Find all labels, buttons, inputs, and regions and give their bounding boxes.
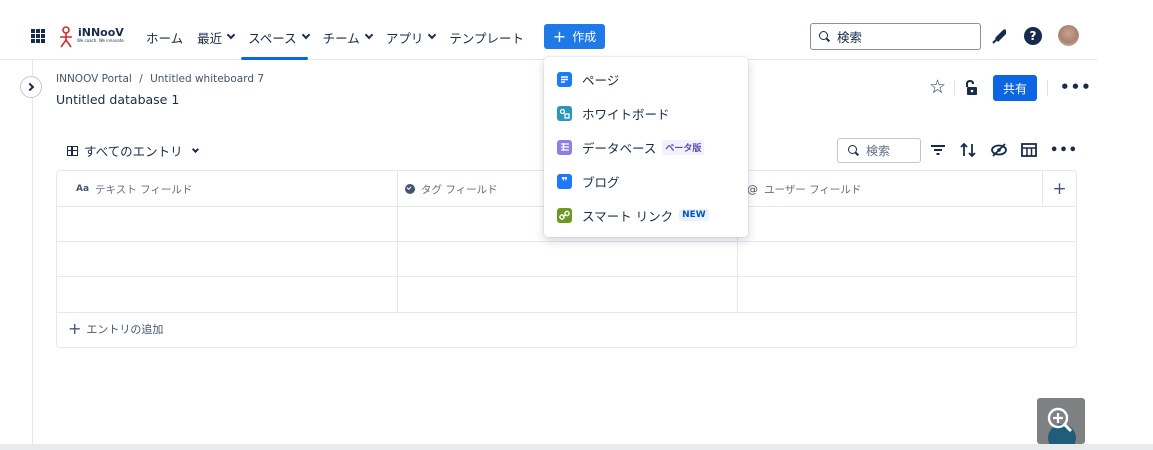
plus-icon: +	[552, 26, 567, 46]
search-icon	[848, 145, 859, 156]
unlock-icon[interactable]	[963, 80, 979, 96]
create-menu: ページ ホワイトボード データベース ベータ版 ❞ ブログ スマート リンク N…	[544, 57, 748, 237]
new-badge: NEW	[679, 209, 709, 221]
zoom-in-icon	[1047, 407, 1076, 444]
header-divider	[954, 80, 955, 96]
table-view-icon	[67, 145, 78, 156]
database-more-icon[interactable]: •••	[1050, 140, 1077, 160]
nav-spaces-label: スペース	[248, 30, 297, 46]
breadcrumb-space[interactable]: INNOOV Portal	[56, 73, 132, 85]
menu-item-label: ホワイトボード	[582, 106, 670, 122]
user-icon: @	[747, 182, 758, 196]
chevron-down-icon	[364, 30, 374, 40]
menu-item-whiteboard[interactable]: ホワイトボード	[557, 102, 670, 124]
nav-spaces[interactable]: スペース	[241, 21, 316, 60]
breadcrumb: INNOOV Portal / Untitled whiteboard 7	[56, 73, 264, 85]
beta-badge: ベータ版	[662, 139, 705, 155]
menu-item-label: スマート リンク	[582, 208, 674, 224]
create-button-label: 作成	[572, 30, 597, 44]
nav-teams[interactable]: チーム	[316, 21, 379, 53]
avatar[interactable]	[1058, 25, 1079, 46]
primary-nav: ホーム 最近 スペース チーム アプリ テンプレート	[146, 21, 531, 60]
menu-item-smart-link[interactable]: スマート リンク NEW	[557, 204, 709, 226]
notification-icon[interactable]	[990, 26, 1010, 46]
table-row[interactable]	[57, 312, 1076, 313]
database-search-input[interactable]: 検索	[837, 138, 921, 163]
chevron-down-icon	[226, 30, 236, 40]
table-row[interactable]	[57, 241, 1076, 242]
add-entry-button[interactable]: + エントリの追加	[68, 321, 163, 337]
help-icon[interactable]: ?	[1024, 27, 1042, 45]
blog-icon: ❞	[557, 173, 572, 189]
column-header-tag[interactable]: タグ フィールド	[405, 171, 498, 207]
app-switcher-icon[interactable]	[31, 29, 45, 43]
global-search-placeholder: 検索	[837, 30, 863, 45]
hide-fields-icon[interactable]	[989, 140, 1009, 160]
brand-logo[interactable]: iNNooV We coach. We innovate.	[58, 25, 126, 49]
menu-item-label: ブログ	[582, 174, 620, 190]
create-button[interactable]: + 作成	[544, 24, 605, 49]
nav-apps-label: アプリ	[385, 30, 424, 46]
page-icon	[557, 71, 572, 87]
menu-item-label: データベース	[582, 140, 657, 156]
nav-apps[interactable]: アプリ	[379, 21, 443, 53]
whiteboard-icon	[557, 105, 572, 121]
menu-item-blog[interactable]: ❞ ブログ	[557, 170, 620, 192]
share-button-label: 共有	[1002, 81, 1027, 96]
database-icon	[557, 139, 572, 155]
sidebar-expand-button[interactable]	[20, 76, 42, 98]
smart-link-icon	[557, 207, 572, 223]
header-divider	[1047, 80, 1048, 96]
tag-icon	[405, 184, 415, 194]
menu-item-database[interactable]: データベース ベータ版	[557, 136, 705, 158]
chevron-down-icon	[428, 30, 437, 40]
column-header-user[interactable]: @ ユーザー フィールド	[747, 171, 861, 207]
global-search-input[interactable]: 検索	[810, 23, 981, 50]
nav-home[interactable]: ホーム	[146, 21, 190, 53]
view-selector[interactable]: すべてのエントリ	[67, 141, 199, 160]
text-field-icon: Aa	[76, 184, 90, 194]
table-row[interactable]	[57, 276, 1076, 277]
chevron-right-icon	[25, 82, 35, 92]
breadcrumb-parent[interactable]: Untitled whiteboard 7	[150, 73, 264, 85]
nav-teams-label: チーム	[322, 30, 360, 46]
nav-recent[interactable]: 最近	[190, 21, 241, 53]
brand-tagline: We coach. We innovate.	[77, 38, 126, 43]
column-header-text[interactable]: Aa テキスト フィールド	[76, 171, 192, 207]
nav-recent-label: 最近	[197, 30, 223, 46]
sidebar-divider	[32, 60, 33, 450]
share-button[interactable]: 共有	[993, 75, 1037, 101]
zoom-in-button[interactable]	[1037, 398, 1085, 444]
column-header-label: テキスト フィールド	[95, 183, 193, 196]
view-selector-label: すべてのエントリ	[84, 144, 183, 159]
plus-icon: +	[68, 319, 82, 338]
menu-item-label: ページ	[582, 72, 620, 88]
add-column-button[interactable]: +	[1042, 171, 1076, 207]
star-icon[interactable]: ☆	[929, 78, 946, 97]
horizontal-scrollbar[interactable]	[0, 444, 1153, 450]
innoov-logo-icon	[60, 26, 72, 48]
nav-templates-label: テンプレート	[449, 30, 524, 46]
nav-templates[interactable]: テンプレート	[442, 21, 531, 53]
chevron-down-icon	[191, 145, 199, 153]
brand-name: iNNooV	[78, 26, 124, 39]
sort-icon[interactable]	[958, 140, 978, 160]
filter-icon[interactable]	[928, 140, 948, 160]
chevron-down-icon	[301, 30, 310, 40]
menu-item-page[interactable]: ページ	[557, 68, 619, 90]
nav-home-label: ホーム	[146, 30, 184, 46]
more-actions-icon[interactable]: •••	[1060, 78, 1092, 96]
column-header-label: ユーザー フィールド	[764, 183, 862, 196]
column-divider	[397, 171, 398, 313]
columns-icon[interactable]	[1019, 140, 1039, 160]
breadcrumb-separator: /	[139, 73, 143, 85]
search-icon	[819, 31, 830, 42]
database-search-placeholder: 検索	[866, 144, 891, 158]
column-header-label: タグ フィールド	[421, 183, 498, 196]
top-navigation: iNNooV We coach. We innovate. ホーム 最近 スペー…	[0, 0, 1097, 60]
add-entry-label: エントリの追加	[86, 323, 164, 336]
page-title[interactable]: Untitled database 1	[56, 92, 179, 107]
